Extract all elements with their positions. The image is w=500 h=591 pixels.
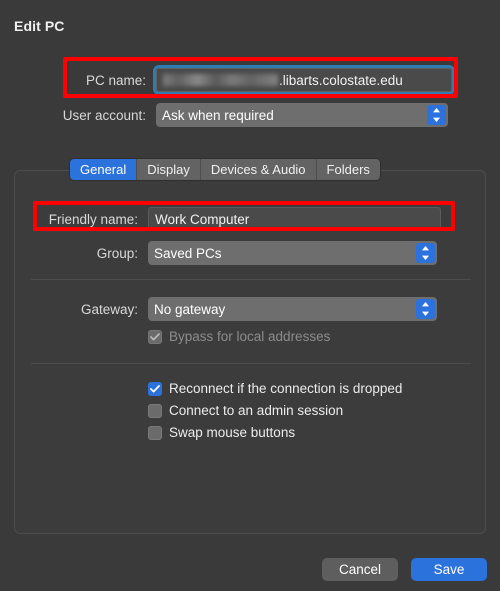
- save-button-label: Save: [433, 562, 465, 577]
- bypass-local-addresses-checkbox-row[interactable]: Bypass for local addresses: [148, 329, 330, 344]
- pc-name-input[interactable]: .libarts.colostate.edu: [153, 65, 455, 95]
- cancel-button-label: Cancel: [338, 562, 382, 577]
- admin-session-checkbox-row[interactable]: Connect to an admin session: [148, 403, 343, 418]
- general-tab-panel: Friendly name: Work Computer Group: Save…: [14, 170, 486, 534]
- tab-display[interactable]: Display: [137, 159, 201, 180]
- tab-general-label: General: [80, 162, 127, 177]
- cancel-button[interactable]: Cancel: [322, 558, 398, 581]
- tab-bar: General Display Devices & Audio Folders: [70, 159, 380, 180]
- user-account-row: User account: Ask when required: [14, 103, 456, 127]
- swap-mouse-buttons-label: Swap mouse buttons: [169, 425, 296, 440]
- checkbox-icon[interactable]: [148, 403, 162, 418]
- group-value: Saved PCs: [154, 245, 222, 261]
- gateway-value: No gateway: [154, 301, 226, 317]
- checkbox-icon[interactable]: [148, 329, 162, 344]
- user-account-select[interactable]: Ask when required: [156, 103, 448, 127]
- gateway-row: Gateway: No gateway: [20, 297, 475, 321]
- pc-name-row: PC name: .libarts.colostate.edu: [14, 65, 456, 95]
- gateway-select[interactable]: No gateway: [148, 297, 437, 321]
- admin-session-label: Connect to an admin session: [169, 403, 344, 418]
- chevron-updown-icon: [427, 105, 446, 125]
- tab-devices-audio-label: Devices & Audio: [210, 162, 306, 177]
- redacted-hostname: [163, 74, 278, 86]
- reconnect-label: Reconnect if the connection is dropped: [169, 381, 403, 396]
- swap-mouse-buttons-checkbox-row[interactable]: Swap mouse buttons: [148, 425, 295, 440]
- chevron-updown-icon: [416, 299, 435, 319]
- bypass-local-addresses-label: Bypass for local addresses: [169, 329, 331, 344]
- tab-folders[interactable]: Folders: [316, 159, 380, 180]
- friendly-name-value: Work Computer: [155, 211, 250, 227]
- section-divider-top: [31, 279, 471, 280]
- user-account-value: Ask when required: [162, 107, 274, 123]
- tab-folders-label: Folders: [326, 162, 370, 177]
- tab-devices-audio[interactable]: Devices & Audio: [200, 159, 317, 180]
- friendly-name-label: Friendly name:: [48, 211, 138, 227]
- checkbox-icon[interactable]: [148, 425, 162, 440]
- friendly-name-row: Friendly name: Work Computer: [20, 207, 475, 231]
- reconnect-checkbox-row[interactable]: Reconnect if the connection is dropped: [148, 381, 402, 396]
- page-title: Edit PC: [14, 18, 65, 34]
- tab-general[interactable]: General: [70, 159, 138, 180]
- checkbox-icon[interactable]: [148, 381, 162, 396]
- chevron-updown-icon: [416, 243, 435, 263]
- gateway-label: Gateway:: [80, 301, 138, 317]
- save-button[interactable]: Save: [411, 558, 487, 581]
- tab-display-label: Display: [147, 162, 190, 177]
- group-select[interactable]: Saved PCs: [148, 241, 437, 265]
- pc-name-value: .libarts.colostate.edu: [279, 72, 403, 88]
- user-account-label: User account:: [62, 107, 146, 123]
- friendly-name-input[interactable]: Work Computer: [148, 207, 441, 231]
- section-divider-bottom: [31, 363, 471, 364]
- pc-name-label: PC name:: [85, 72, 146, 88]
- group-label: Group:: [96, 245, 138, 261]
- group-row: Group: Saved PCs: [20, 241, 475, 265]
